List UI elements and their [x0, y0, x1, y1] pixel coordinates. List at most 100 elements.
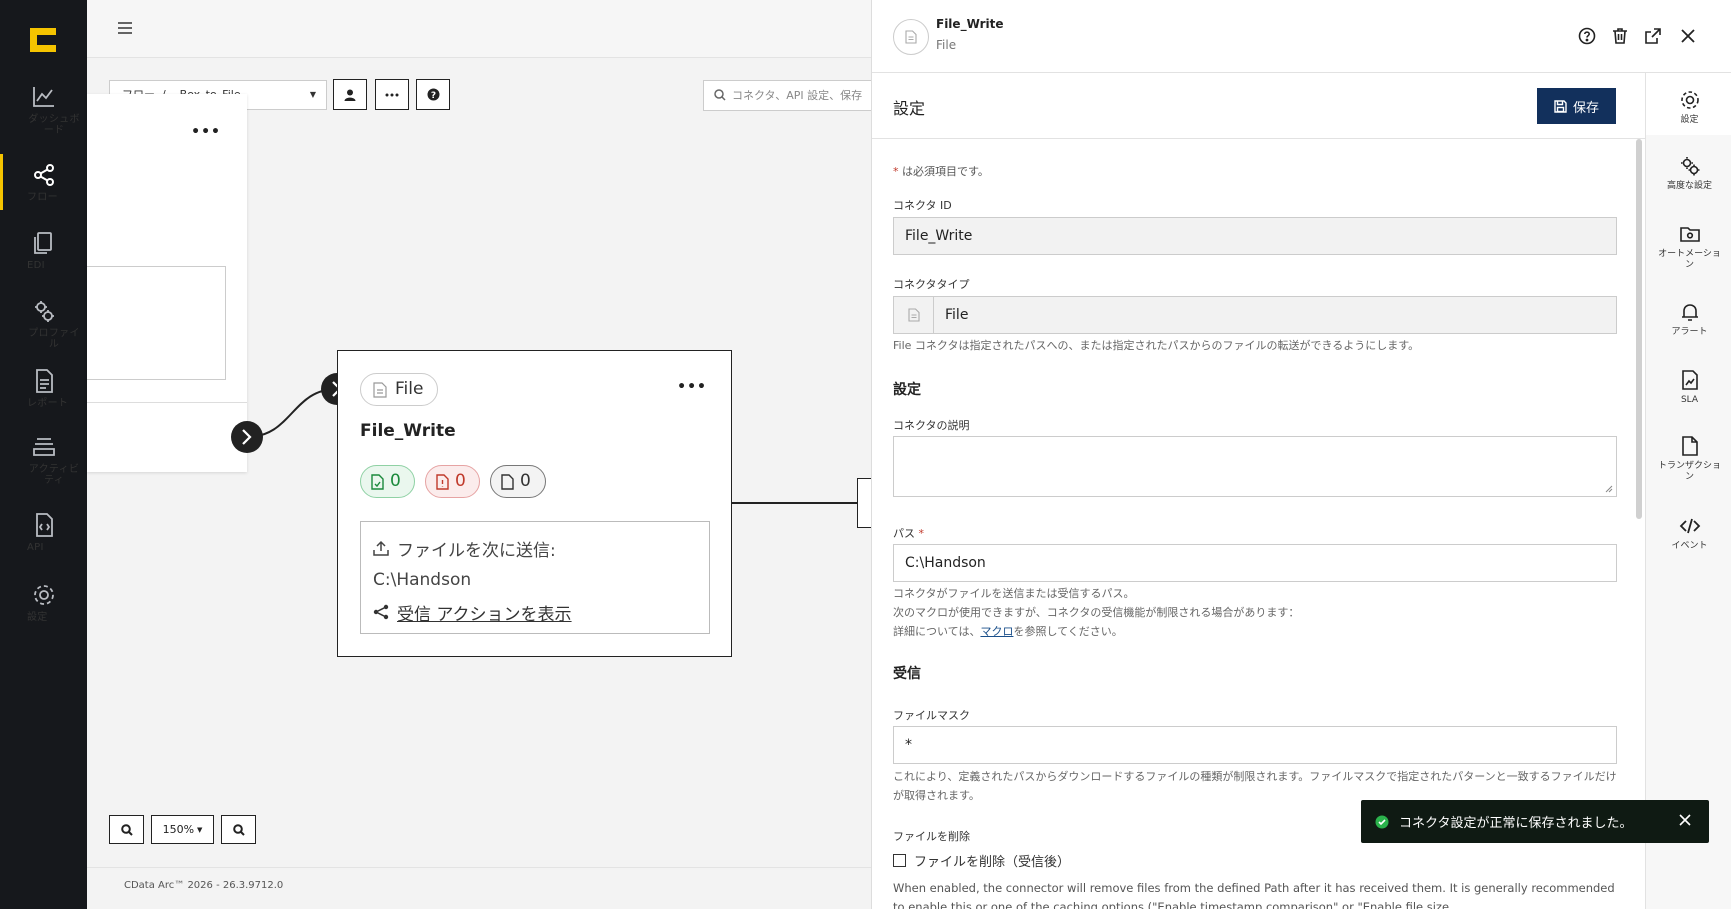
share-icon: [33, 164, 54, 186]
save-button[interactable]: 保存: [1537, 88, 1616, 124]
close-icon[interactable]: [1677, 812, 1693, 828]
nav-item-edi[interactable]: EDI: [0, 230, 87, 271]
file-icon: [894, 297, 934, 333]
nav-item-activity[interactable]: アクティビティ: [0, 434, 87, 486]
connector-avatar: [893, 19, 929, 55]
send-path: C:\Handson: [373, 570, 472, 590]
rail-item-automation[interactable]: オートメーション: [1646, 223, 1731, 271]
pending-count-badge[interactable]: 0: [490, 465, 546, 498]
connector-id-label: コネクタ ID: [893, 199, 952, 212]
external-link-icon[interactable]: [1643, 26, 1663, 46]
rail-item-advanced[interactable]: 高度な設定: [1646, 155, 1731, 192]
send-info-box: ファイルを次に送信: C:\Handson 受信 アクションを表示: [360, 521, 710, 634]
path-help: コネクタがファイルを送信または受信するパス。 次のマクロが使用できますが、コネク…: [893, 587, 1300, 638]
nav-label: プロファイル: [28, 328, 80, 350]
nav-item-profile[interactable]: プロファイル: [0, 298, 87, 350]
nav-label: EDI: [27, 260, 45, 271]
connector-id-field[interactable]: File_Write: [893, 217, 1617, 255]
nav-item-report[interactable]: レポート: [0, 368, 87, 409]
nav-item-flow[interactable]: フロー: [0, 154, 87, 210]
file-icon: [501, 473, 514, 490]
share-icon: [373, 604, 389, 620]
rail-item-transactions[interactable]: トランザクション: [1646, 435, 1731, 483]
connector-settings-panel: File_Write File 設定 保存 * は必須項目です。 コネクタ ID…: [871, 0, 1731, 909]
nav-label: ダッシュボード: [28, 114, 80, 136]
nav-item-dashboard[interactable]: ダッシュボード: [0, 84, 87, 136]
chevron-down-icon: ▼: [197, 825, 203, 834]
file-check-icon: [371, 473, 384, 490]
nav-item-settings[interactable]: 設定: [0, 582, 87, 623]
nav-item-api[interactable]: API: [0, 512, 87, 553]
nav-label: 設定: [27, 612, 48, 623]
connector-type-label: File: [395, 379, 424, 399]
zoom-level-select[interactable]: 150% ▼: [151, 815, 214, 844]
delete-file-option: ファイルを削除（受信後）: [893, 851, 1070, 870]
connector-type: File: [936, 38, 957, 52]
receive-heading: 受信: [893, 666, 921, 682]
rail-item-alerts[interactable]: アラート: [1646, 301, 1731, 338]
error-count: 0: [455, 471, 466, 491]
node-title: File_Write: [360, 421, 456, 441]
delete-file-label: ファイルを削除: [893, 830, 970, 843]
folder-gear-icon: [1679, 227, 1700, 242]
success-count-badge[interactable]: 0: [360, 465, 415, 498]
check-circle-icon: [1375, 815, 1389, 828]
delete-file-checkbox[interactable]: [893, 854, 906, 867]
rail-item-events[interactable]: イベント: [1646, 515, 1731, 552]
connector-type-label: コネクタタイプ: [893, 278, 970, 291]
left-nav: ダッシュボード フロー EDI プロファイル レポート アクティビティ API …: [0, 0, 87, 909]
footer-divider: [87, 867, 871, 868]
description-textarea[interactable]: [893, 436, 1617, 497]
toast-message: コネクタ設定が正常に保存されました。: [1399, 816, 1633, 831]
cdata-logo[interactable]: [28, 26, 58, 54]
code-icon: [1679, 518, 1700, 534]
save-icon: [1554, 99, 1567, 113]
path-label: パス *: [893, 527, 924, 540]
report-icon: [35, 369, 53, 393]
macro-link[interactable]: マクロ: [980, 625, 1013, 638]
path-field[interactable]: C:\Handson: [893, 544, 1617, 582]
delete-help: When enabled, the connector will remove …: [893, 881, 1615, 909]
help-icon[interactable]: [1577, 26, 1597, 46]
filemask-field[interactable]: *: [893, 726, 1617, 764]
rail-item-sla[interactable]: SLA: [1646, 369, 1731, 406]
sla-doc-icon: [1681, 370, 1698, 390]
connector-type-field: File: [893, 296, 1617, 334]
file-icon: [373, 381, 387, 398]
resize-handle-icon: [1605, 485, 1613, 493]
outgoing-connection-line: [732, 502, 858, 504]
required-note: * は必須項目です。: [893, 165, 989, 178]
panel-header: File_Write File: [872, 0, 1731, 73]
connector-type-value: File: [945, 307, 969, 323]
version-label: CData Arc™ 2026 - 26.3.9712.0: [124, 880, 284, 891]
pending-count: 0: [520, 471, 531, 491]
gear-icon: [33, 585, 54, 605]
view-receive-action-link[interactable]: 受信 アクションを表示: [397, 600, 572, 625]
save-label: 保存: [1572, 99, 1599, 115]
scrollbar[interactable]: [1636, 139, 1642, 519]
zoom-level: 150%: [162, 823, 195, 836]
documents-icon: [33, 232, 52, 254]
gears-icon: [1680, 157, 1699, 176]
zoom-in-button[interactable]: [109, 815, 144, 844]
success-count: 0: [390, 471, 401, 491]
node-menu-button[interactable]: •••: [677, 379, 707, 395]
zoom-out-button[interactable]: [221, 815, 256, 844]
nav-label: アクティビティ: [28, 464, 80, 486]
close-icon[interactable]: [1678, 26, 1698, 46]
flow-canvas[interactable]: フロー / Box_to_File ▼ ? コネクタ、API 設定、保存 •••…: [87, 0, 871, 909]
document-icon: [1681, 436, 1698, 456]
rail-item-settings[interactable]: 設定: [1646, 73, 1731, 135]
section-title: 設定: [893, 99, 926, 118]
nav-label: レポート: [27, 398, 69, 409]
trash-icon[interactable]: [1610, 26, 1630, 46]
filemask-label: ファイルマスク: [893, 709, 970, 722]
delete-checkbox-label[interactable]: ファイルを削除（受信後）: [914, 851, 1070, 870]
settings-form: * は必須項目です。 コネクタ ID File_Write コネクタタイプ Fi…: [872, 139, 1645, 909]
api-icon: [35, 513, 53, 537]
error-count-badge[interactable]: 0: [425, 465, 480, 498]
file-write-connector-node[interactable]: File ••• File_Write 0 0 0 ファイルを次に送信: C:\…: [337, 350, 732, 657]
nav-label: API: [27, 542, 44, 553]
settings-header: 設定 保存: [872, 73, 1645, 139]
next-connector-node[interactable]: [857, 478, 871, 528]
